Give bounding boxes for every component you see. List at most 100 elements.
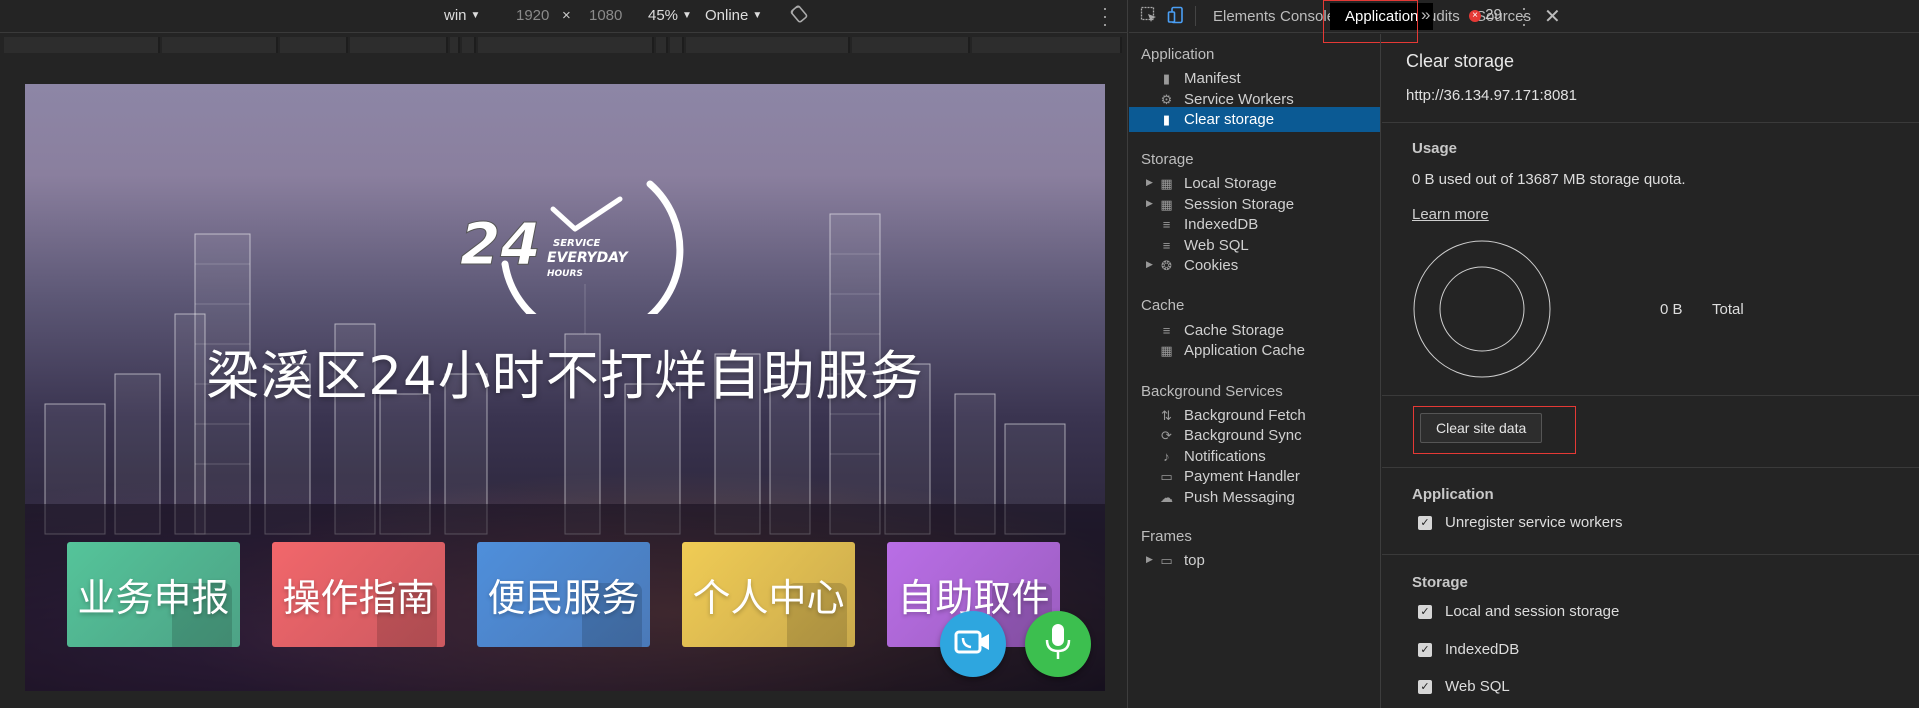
- sidebar-item-label: Background Fetch: [1184, 407, 1306, 424]
- checkbox-label: Local and session storage: [1445, 603, 1620, 620]
- service-tile[interactable]: 个人中心: [682, 542, 855, 647]
- device-name: win: [444, 7, 467, 24]
- more-vertical-icon[interactable]: · · ·: [1102, 0, 1108, 33]
- sidebar-section-background: Background Services: [1141, 383, 1283, 400]
- frame-icon: ▭: [1160, 553, 1173, 568]
- checkbox[interactable]: ✓: [1418, 643, 1432, 657]
- clear-storage-view: Clear storage http://36.134.97.171:8081 …: [1382, 34, 1919, 708]
- checkbox[interactable]: ✓: [1418, 605, 1432, 619]
- sidebar-item-label: Application Cache: [1184, 342, 1305, 359]
- document-icon: ▮: [1162, 71, 1171, 86]
- tile-label: 操作指南: [282, 576, 435, 620]
- microphone-icon: [1043, 622, 1073, 667]
- service-tile[interactable]: 业务申报: [67, 542, 240, 647]
- device-toolbar-toggle-icon[interactable]: [1167, 6, 1185, 28]
- devtools-panel: ElementsConsoleNetworkAuditsSourcesAppli…: [1129, 0, 1919, 708]
- sidebar-section-cache: Cache: [1141, 297, 1185, 314]
- 24h-service-logo: 24 SERVICE EVERYDAY HOURS: [435, 154, 685, 342]
- height-input[interactable]: 1080: [589, 7, 622, 24]
- caret-down-icon: ▼: [682, 10, 692, 21]
- checkbox[interactable]: ✓: [1418, 516, 1432, 530]
- caret-down-icon: ▼: [470, 10, 481, 21]
- tile-label: 便民服务: [487, 576, 640, 620]
- sidebar-item-label: Notifications: [1184, 448, 1266, 465]
- usage-text: 0 B used out of 13687 MB storage quota.: [1412, 171, 1686, 188]
- expand-arrow-icon[interactable]: ▶: [1146, 554, 1153, 565]
- sidebar-item-push-messaging[interactable]: ☁ Push Messaging: [1129, 485, 1380, 510]
- svg-text:EVERYDAY: EVERYDAY: [547, 250, 629, 266]
- sidebar-section-storage: Storage: [1141, 151, 1194, 168]
- checkbox[interactable]: ✓: [1418, 680, 1432, 694]
- sidebar-item-label: Cookies: [1184, 257, 1239, 274]
- usage-heading: Usage: [1412, 140, 1458, 157]
- page-title: 梁溪区24小时不打烊自助服务: [206, 346, 924, 407]
- sidebar-item-label: Cache Storage: [1184, 322, 1285, 339]
- video-call-icon: [954, 627, 992, 662]
- database-icon: ≡: [1162, 238, 1171, 253]
- network-value: Online: [705, 7, 749, 24]
- close-icon[interactable]: ✕: [1544, 4, 1561, 29]
- inspect-element-icon[interactable]: [1140, 6, 1158, 28]
- sidebar-item-label: Push Messaging: [1184, 489, 1295, 506]
- network-select[interactable]: Online ▼: [705, 7, 762, 24]
- tab-elements[interactable]: Elements: [1213, 8, 1276, 25]
- emulated-page: 24 SERVICE EVERYDAY HOURS 梁溪区24小时不打烊自助服务…: [25, 84, 1105, 691]
- expand-arrow-icon[interactable]: ▶: [1146, 177, 1153, 188]
- clear-site-data-button[interactable]: Clear site data: [1420, 413, 1543, 443]
- devtools-menu-icon[interactable]: · · ·: [1521, 0, 1527, 33]
- origin-url: http://36.134.97.171:8081: [1406, 87, 1577, 104]
- service-tile[interactable]: 便民服务: [477, 542, 650, 647]
- sidebar-item-label: Payment Handler: [1184, 468, 1300, 485]
- expand-arrow-icon[interactable]: ▶: [1146, 198, 1153, 209]
- error-counter[interactable]: × 29: [1469, 6, 1502, 23]
- more-tabs-icon[interactable]: »: [1421, 5, 1430, 25]
- updown-arrows-icon: ⇅: [1161, 408, 1172, 423]
- gear-icon: ⚙: [1160, 92, 1173, 107]
- tile-label: 个人中心: [692, 576, 845, 620]
- sidebar-item-label: Service Workers: [1184, 91, 1294, 108]
- sidebar-item-label: IndexedDB: [1184, 216, 1259, 233]
- device-toolbar: win ▼ 1920 × 1080 45% ▼ Online ▼ · · ·: [0, 0, 1128, 33]
- learn-more-link[interactable]: Learn more: [1412, 206, 1489, 223]
- trash-icon: ▮: [1162, 112, 1171, 127]
- expand-arrow-icon[interactable]: ▶: [1146, 259, 1153, 270]
- application-sidebar: Application ▮ Manifest ⚙ Service Workers ▮ Cle…: [1129, 34, 1381, 708]
- caret-down-icon: ▼: [752, 10, 763, 21]
- usage-total-label: Total: [1712, 301, 1744, 318]
- sidebar-item-label: Web SQL: [1184, 237, 1249, 254]
- error-icon: ×: [1469, 10, 1481, 22]
- cookie-icon: ❂: [1161, 258, 1172, 273]
- application-heading: Application: [1412, 486, 1494, 503]
- width-input[interactable]: 1920: [516, 7, 549, 24]
- sidebar-section-frames: Frames: [1141, 528, 1192, 545]
- device-select[interactable]: win ▼: [444, 7, 480, 24]
- sidebar-item-clear-storage[interactable]: ▮ Clear storage: [1129, 107, 1380, 132]
- sidebar-item-label: Manifest: [1184, 70, 1241, 87]
- usage-pie-chart: [1413, 240, 1551, 378]
- checkbox-label: Web SQL: [1445, 678, 1510, 695]
- tile-label: 业务申报: [77, 576, 230, 620]
- sidebar-item-label: Clear storage: [1184, 111, 1275, 128]
- sidebar-item-cookies[interactable]: ▶ ❂ Cookies: [1129, 253, 1380, 278]
- microphone-button[interactable]: [1025, 611, 1091, 677]
- grid-icon: ▦: [1160, 197, 1173, 212]
- bell-icon: ♪: [1163, 449, 1170, 464]
- sidebar-item-top[interactable]: ▶ ▭ top: [1129, 548, 1380, 573]
- rotate-icon[interactable]: [790, 5, 808, 27]
- svg-text:HOURS: HOURS: [547, 269, 583, 279]
- checkbox-label: IndexedDB: [1445, 641, 1520, 658]
- sidebar-item-label: Local Storage: [1184, 175, 1277, 192]
- card-icon: ▭: [1160, 469, 1173, 484]
- view-title: Clear storage: [1406, 51, 1515, 71]
- device-emulation-pane: win ▼ 1920 × 1080 45% ▼ Online ▼ · · · 2…: [0, 0, 1128, 708]
- sidebar-item-label: Background Sync: [1184, 427, 1302, 444]
- grid-icon: ▦: [1160, 176, 1173, 191]
- zoom-select[interactable]: 45% ▼: [648, 7, 692, 24]
- times-symbol: ×: [562, 7, 571, 24]
- sidebar-item-application-cache[interactable]: ▦ Application Cache: [1129, 338, 1380, 363]
- video-call-button[interactable]: [940, 611, 1006, 677]
- database-icon: ≡: [1162, 323, 1171, 338]
- service-tile[interactable]: 操作指南: [272, 542, 445, 647]
- checkbox-label: Unregister service workers: [1445, 514, 1623, 531]
- sync-icon: ⟳: [1161, 428, 1172, 443]
